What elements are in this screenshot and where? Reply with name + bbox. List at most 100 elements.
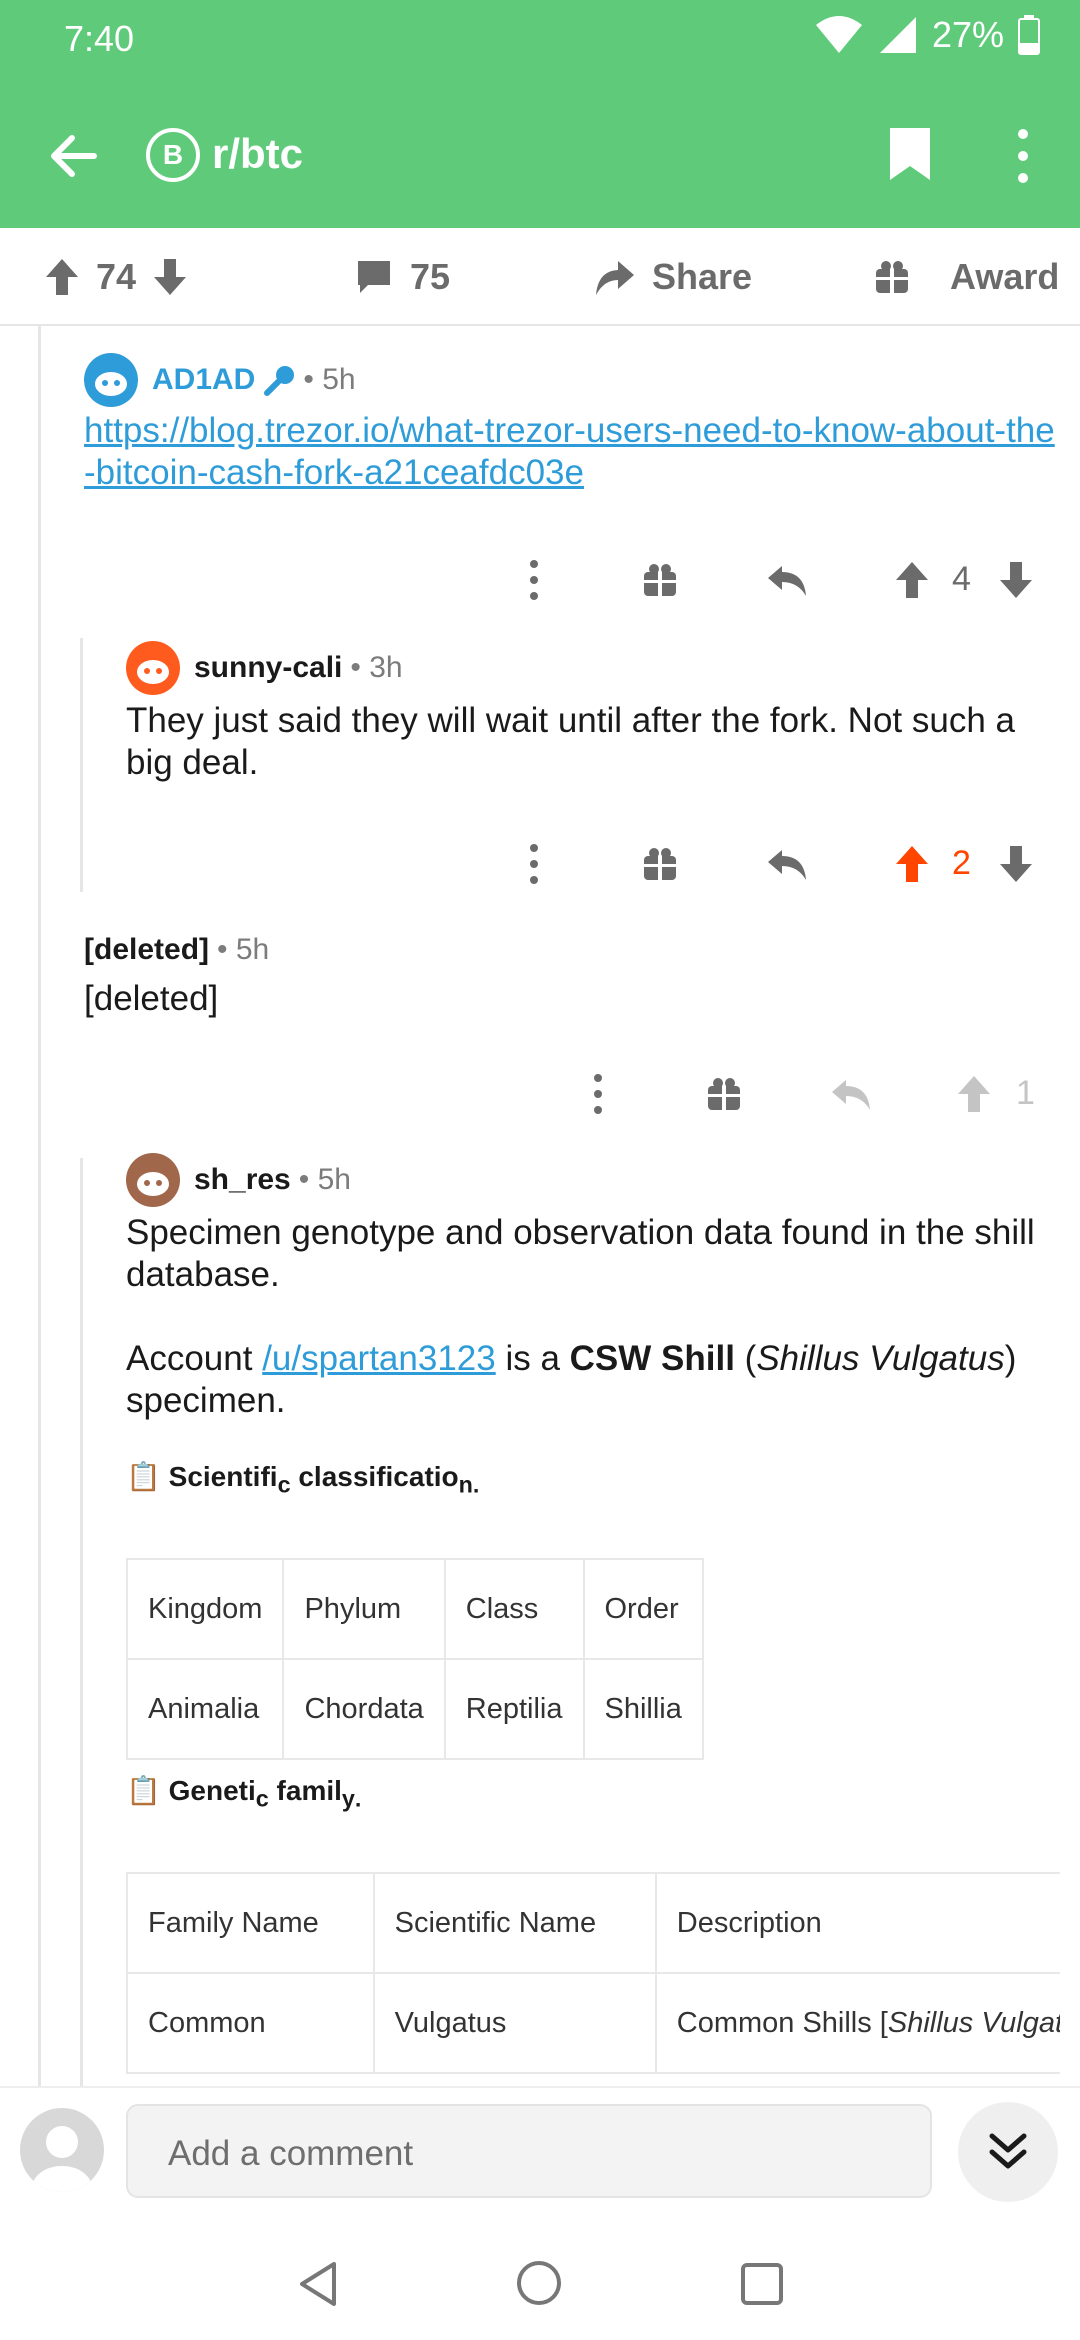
back-arrow-icon[interactable] bbox=[46, 128, 102, 184]
comment-input[interactable]: Add a comment bbox=[126, 2104, 932, 2198]
comment-author: [deleted] bbox=[84, 933, 210, 966]
comment: sh_res • 5h Specimen genotype and observ… bbox=[125, 1153, 1066, 2074]
comment-meta: sh_res • 5h bbox=[126, 1153, 1066, 1207]
table-row: Animalia Chordata Reptilia Shillia bbox=[125, 1658, 704, 1760]
more-options-icon[interactable] bbox=[588, 1070, 608, 1118]
person-icon bbox=[32, 2126, 92, 2192]
gift-icon[interactable] bbox=[706, 1076, 742, 1112]
avatar[interactable] bbox=[126, 1153, 180, 1207]
snoo-icon bbox=[137, 660, 169, 684]
more-options-icon[interactable] bbox=[524, 556, 544, 604]
comment: sunny-cali • 3h They just said they will… bbox=[126, 641, 1056, 784]
table-cell: Common Shills [Shillus Vulgatus] a bbox=[654, 1972, 1060, 2074]
snoo-icon bbox=[137, 1172, 169, 1196]
comment-body: https://blog.trezor.io/what-trezor-users… bbox=[84, 410, 1064, 494]
comment-author[interactable]: sunny-cali bbox=[194, 651, 342, 685]
upvote-icon-active[interactable] bbox=[894, 844, 930, 884]
family-table-scroll[interactable]: Family Name Scientific Name Description … bbox=[126, 1872, 1060, 2074]
table-cell: Common bbox=[126, 1972, 375, 2074]
table-row: Kingdom Phylum Class Order bbox=[125, 1558, 704, 1660]
upvote-icon[interactable] bbox=[894, 560, 930, 600]
recents-nav-icon[interactable] bbox=[740, 2262, 784, 2306]
award-label: Award bbox=[950, 256, 1060, 297]
comment-body: [deleted] bbox=[84, 979, 219, 1018]
subreddit-icon[interactable]: B bbox=[146, 128, 200, 182]
post-vote: 74 bbox=[44, 228, 188, 326]
upvote-icon[interactable] bbox=[44, 257, 80, 297]
comment-meta: [deleted] • 5h bbox=[84, 926, 1064, 974]
section-heading: 📋 Genetic family. bbox=[126, 1775, 362, 1812]
post-action-bar: 74 75 Share Award bbox=[0, 228, 1080, 326]
table-row: Common Vulgatus Common Shills [Shillus V… bbox=[126, 1972, 1060, 2074]
collapse-button[interactable] bbox=[958, 2102, 1058, 2202]
comment-actions: 2 bbox=[0, 826, 1080, 906]
thread-line bbox=[80, 1158, 83, 2086]
gift-icon[interactable] bbox=[642, 562, 678, 598]
downvote-icon[interactable] bbox=[152, 257, 188, 297]
comment-score: 1 bbox=[1016, 1074, 1035, 1112]
comment-link[interactable]: https://blog.trezor.io/what-trezor-users… bbox=[84, 411, 1055, 492]
upvote-icon bbox=[958, 1076, 990, 1112]
more-options-icon[interactable] bbox=[524, 840, 544, 888]
comment-time: • 3h bbox=[350, 651, 403, 684]
comment-score: 4 bbox=[952, 560, 971, 598]
battery-percent: 27% bbox=[931, 14, 1004, 55]
snoo-icon bbox=[95, 372, 127, 396]
downvote-icon[interactable] bbox=[998, 844, 1034, 884]
family-table: Family Name Scientific Name Description … bbox=[126, 1872, 1060, 2074]
comment-actions: 4 bbox=[0, 542, 1080, 622]
share-label: Share bbox=[652, 256, 753, 297]
award-button[interactable]: Award bbox=[874, 228, 1059, 326]
classification-table: Kingdom Phylum Class Order Animalia Chor… bbox=[125, 1558, 704, 1760]
table-cell: Description bbox=[654, 1872, 1060, 1974]
clipboard-icon: 📋 bbox=[126, 1461, 161, 1492]
table-cell: Class bbox=[443, 1558, 585, 1660]
avatar[interactable] bbox=[84, 353, 138, 407]
app-bar: B r/btc bbox=[0, 100, 1080, 210]
table-cell: Chordata bbox=[282, 1658, 446, 1760]
share-button[interactable]: Share bbox=[594, 228, 752, 326]
reply-icon[interactable] bbox=[766, 562, 808, 598]
table-cell: Kingdom bbox=[125, 1558, 285, 1660]
comment-meta: AD1AD • 5h bbox=[84, 353, 1064, 407]
reply-icon[interactable] bbox=[766, 846, 808, 882]
double-chevron-down-icon bbox=[989, 2133, 1027, 2169]
share-icon bbox=[596, 261, 634, 295]
system-nav-bar bbox=[0, 2210, 1080, 2340]
table-cell: Vulgatus bbox=[372, 1972, 657, 2074]
reply-icon bbox=[832, 1080, 870, 1110]
comment: AD1AD • 5h https://blog.trezor.io/what-t… bbox=[84, 353, 1064, 494]
bookmark-icon[interactable] bbox=[888, 126, 932, 182]
back-nav-icon[interactable] bbox=[296, 2260, 340, 2308]
battery-icon bbox=[1018, 15, 1040, 55]
user-avatar[interactable] bbox=[20, 2108, 104, 2192]
comment-time: • 5h bbox=[298, 1163, 351, 1196]
table-cell: Phylum bbox=[282, 1558, 446, 1660]
status-time: 7:40 bbox=[64, 18, 135, 59]
comments-button[interactable]: 75 bbox=[354, 228, 450, 326]
home-nav-icon[interactable] bbox=[516, 2260, 562, 2306]
comment-meta: sunny-cali • 3h bbox=[126, 641, 1056, 695]
clipboard-icon: 📋 bbox=[126, 1775, 161, 1806]
table-cell: Animalia bbox=[125, 1658, 285, 1760]
comment-intro: Specimen genotype and observation data f… bbox=[126, 1213, 1035, 1294]
user-link[interactable]: /u/spartan3123 bbox=[262, 1339, 496, 1378]
comments-count: 75 bbox=[410, 256, 451, 297]
downvote-icon[interactable] bbox=[998, 560, 1034, 600]
avatar[interactable] bbox=[126, 641, 180, 695]
signal-icon bbox=[879, 17, 916, 53]
comment-author[interactable]: sh_res bbox=[194, 1163, 291, 1197]
comment: [deleted] • 5h [deleted] bbox=[84, 926, 1064, 1020]
section-heading: 📋 Scientific classification. bbox=[126, 1461, 480, 1498]
wifi-icon bbox=[815, 16, 862, 53]
gift-icon[interactable] bbox=[642, 846, 678, 882]
table-cell: Scientific Name bbox=[372, 1872, 657, 1974]
comment-account-line: Account /u/spartan3123 is a CSW Shill (S… bbox=[126, 1339, 1017, 1420]
comment-body: They just said they will wait until afte… bbox=[126, 701, 1015, 782]
subreddit-name[interactable]: r/btc bbox=[212, 130, 303, 178]
comment-composer: Add a comment bbox=[0, 2086, 1080, 2210]
comment-author[interactable]: AD1AD bbox=[152, 363, 255, 397]
table-cell: Order bbox=[582, 1558, 704, 1660]
overflow-menu-icon[interactable] bbox=[1008, 126, 1038, 186]
comment-icon bbox=[358, 261, 390, 293]
